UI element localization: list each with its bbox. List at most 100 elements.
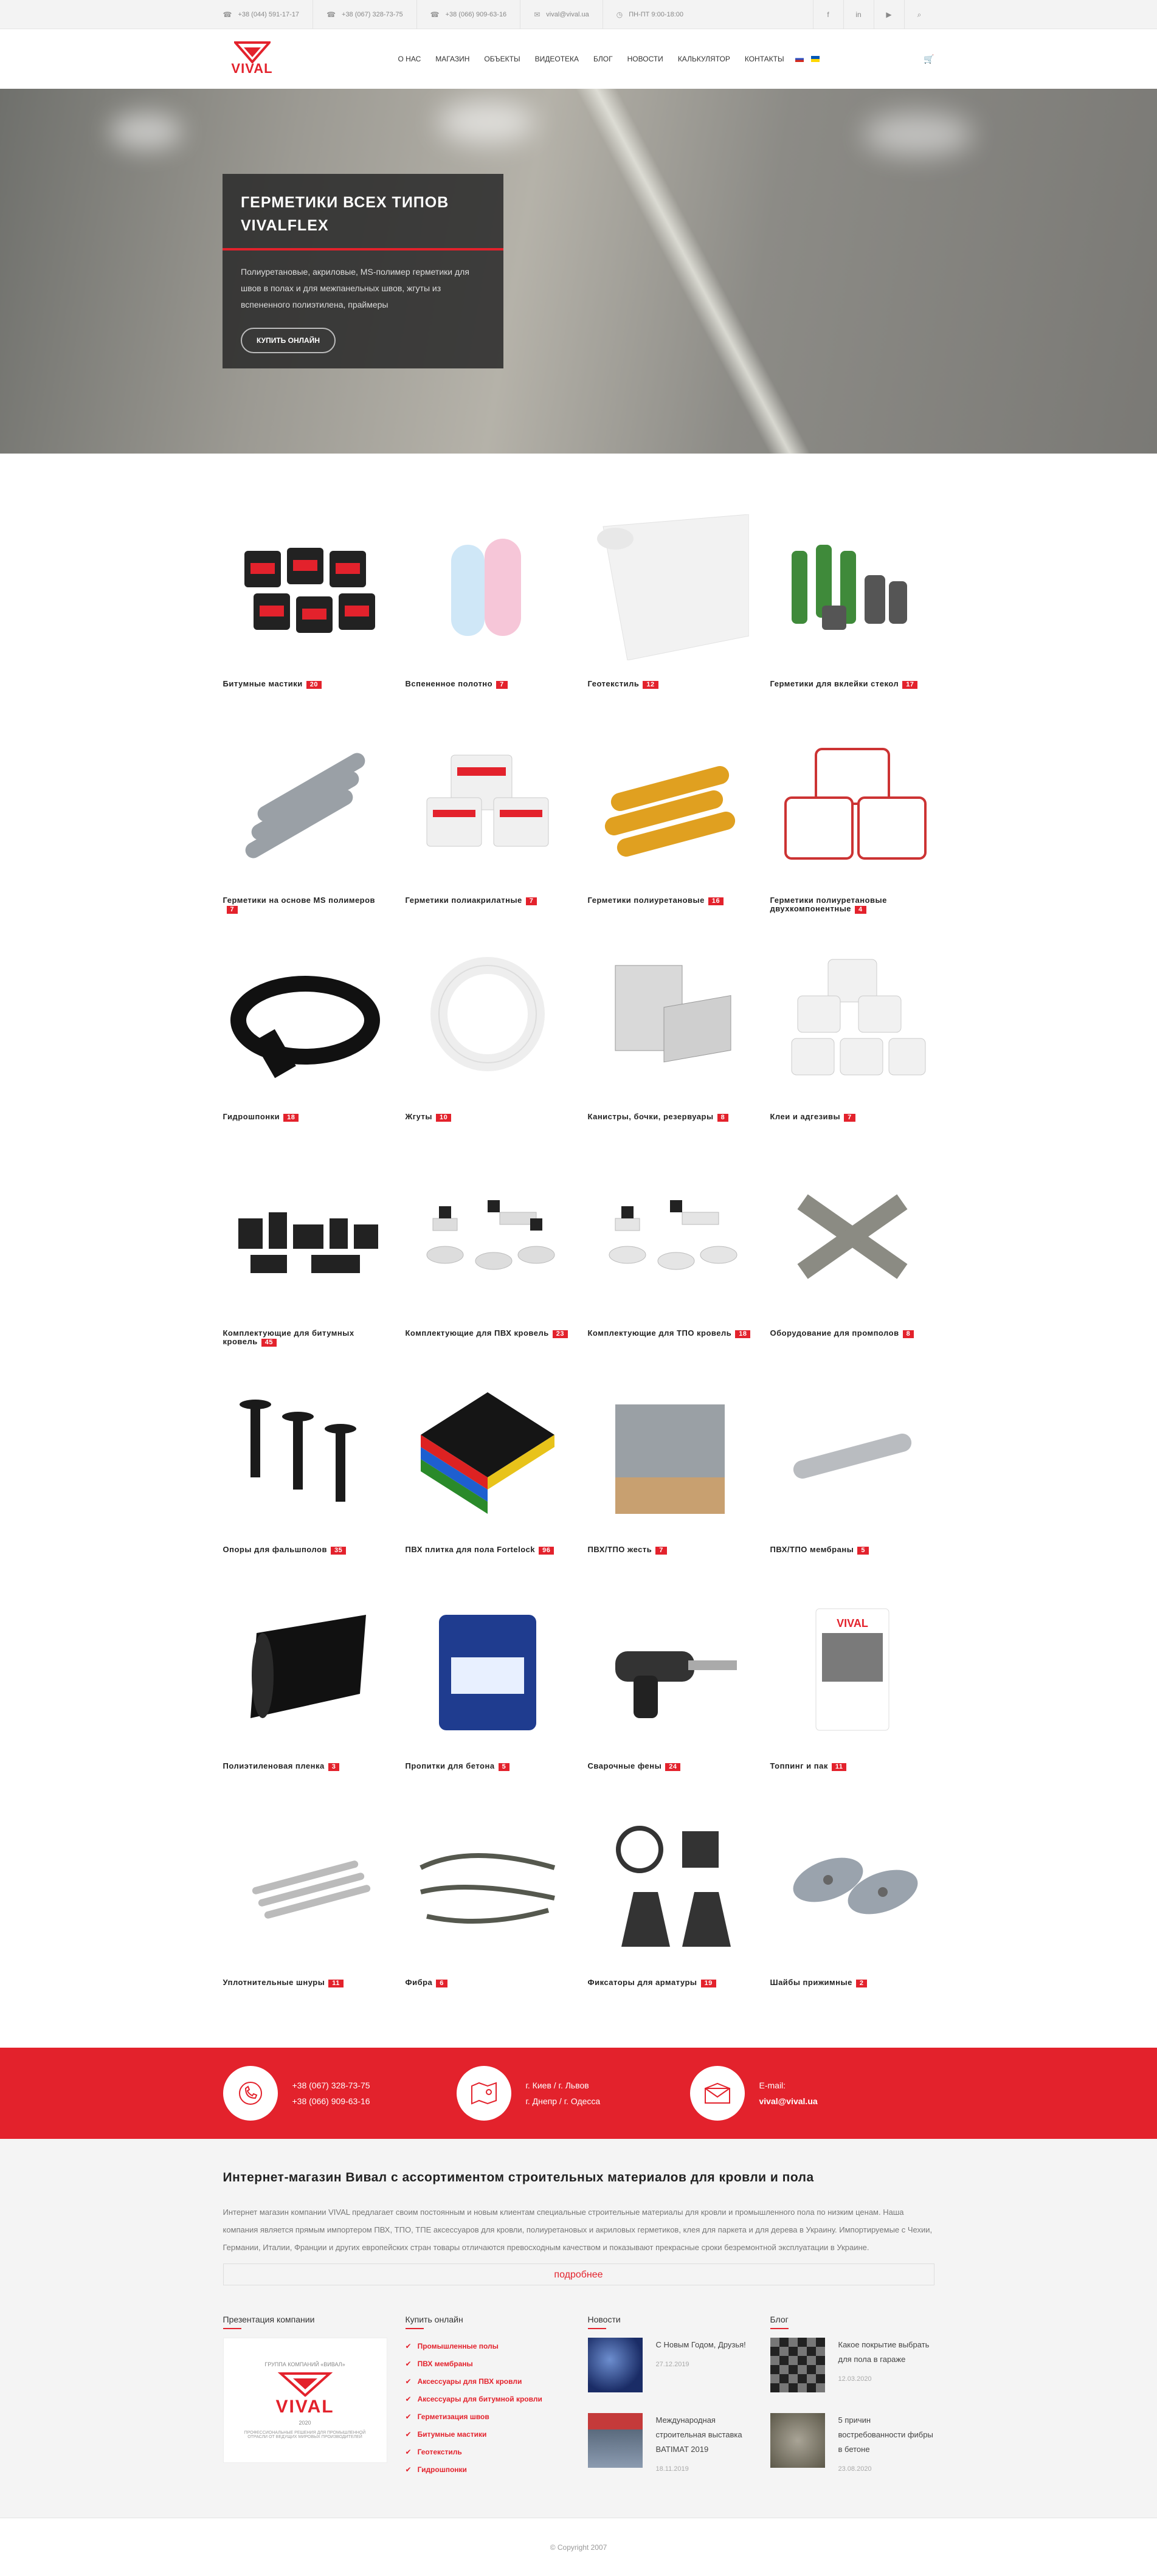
category-card[interactable]: ПВХ/ТПО мембраны 5 bbox=[770, 1374, 934, 1590]
category-image[interactable] bbox=[588, 1590, 752, 1749]
nav-shop[interactable]: МАГАЗИН bbox=[428, 55, 477, 63]
buy-online-button[interactable]: купить онлайн bbox=[241, 328, 336, 353]
category-card[interactable]: Герметики для вклейки стекол 17 bbox=[770, 508, 934, 725]
category-image[interactable] bbox=[406, 1590, 570, 1749]
contact-email-link[interactable]: vival@vival.ua bbox=[759, 2093, 818, 2109]
category-label[interactable]: ПВХ/ТПО мембраны 5 bbox=[770, 1545, 934, 1555]
buy-online-link[interactable]: ПВХ мембраны bbox=[406, 2355, 570, 2373]
category-label[interactable]: Опоры для фальшполов 35 bbox=[223, 1545, 387, 1555]
category-label[interactable]: Герметики полиакрилатные 7 bbox=[406, 896, 570, 905]
nav-about[interactable]: О НАС bbox=[391, 55, 429, 63]
category-image[interactable] bbox=[223, 1807, 387, 1965]
category-label[interactable]: Комплектующие для ПВХ кровель 23 bbox=[406, 1329, 570, 1338]
category-label[interactable]: ПВХ/ТПО жесть 7 bbox=[588, 1545, 752, 1555]
nav-videos[interactable]: ВИДЕОТЕКА bbox=[528, 55, 586, 63]
category-card[interactable]: Фиксаторы для арматуры 19 bbox=[588, 1807, 752, 2023]
category-image[interactable] bbox=[406, 941, 570, 1099]
category-image[interactable] bbox=[588, 1374, 752, 1532]
category-image[interactable] bbox=[223, 941, 387, 1099]
category-label[interactable]: Гидрошпонки 18 bbox=[223, 1113, 387, 1122]
contact-phone-1[interactable]: +38 (067) 328-73-75 bbox=[292, 2077, 370, 2093]
flag-ua-icon[interactable] bbox=[810, 56, 820, 62]
category-label[interactable]: Комплектующие для ТПО кровель 18 bbox=[588, 1329, 752, 1338]
category-label[interactable]: ПВХ плитка для пола Fortelock 96 bbox=[406, 1545, 570, 1555]
category-label[interactable]: Герметики полиуретановые 16 bbox=[588, 896, 752, 905]
category-card[interactable]: Комплектующие для битумных кровель 45 bbox=[223, 1158, 387, 1374]
facebook-icon[interactable]: f bbox=[812, 0, 843, 29]
category-card[interactable]: ПВХ/ТПО жесть 7 bbox=[588, 1374, 752, 1590]
category-label[interactable]: Комплектующие для битумных кровель 45 bbox=[223, 1329, 387, 1347]
category-label[interactable]: Герметики полиуретановые двухкомпонентны… bbox=[770, 896, 934, 914]
category-label[interactable]: Фибра 6 bbox=[406, 1978, 570, 1987]
nav-objects[interactable]: ОБЪЕКТЫ bbox=[477, 55, 527, 63]
category-card[interactable]: Вспененное полотно 7 bbox=[406, 508, 570, 725]
category-image[interactable] bbox=[770, 508, 934, 666]
category-card[interactable]: Комплектующие для ТПО кровель 18 bbox=[588, 1158, 752, 1374]
category-image[interactable] bbox=[770, 1374, 934, 1532]
buy-online-link[interactable]: Герметизация швов bbox=[406, 2408, 570, 2426]
search-icon[interactable]: ⌕ bbox=[903, 0, 934, 29]
category-label[interactable]: Шайбы прижимные 2 bbox=[770, 1978, 934, 1987]
logo[interactable]: VIVAL bbox=[223, 41, 281, 77]
buy-online-link[interactable]: Гидрошпонки bbox=[406, 2461, 570, 2479]
category-label[interactable]: Жгуты 10 bbox=[406, 1113, 570, 1122]
category-card[interactable]: Опоры для фальшполов 35 bbox=[223, 1374, 387, 1590]
category-card[interactable]: Гидрошпонки 18 bbox=[223, 941, 387, 1158]
category-label[interactable]: Полиэтиленовая пленка 3 bbox=[223, 1762, 387, 1771]
category-label[interactable]: Герметики на основе MS полимеров7 bbox=[223, 896, 387, 914]
buy-online-link[interactable]: Битумные мастики bbox=[406, 2426, 570, 2443]
category-image[interactable]: VIVAL bbox=[770, 1590, 934, 1749]
blog-item[interactable]: 5 причин востребованности фибры в бетоне… bbox=[770, 2413, 934, 2473]
category-image[interactable] bbox=[406, 725, 570, 883]
category-image[interactable] bbox=[223, 725, 387, 883]
category-label[interactable]: Пропитки для бетона 5 bbox=[406, 1762, 570, 1771]
category-image[interactable] bbox=[223, 1590, 387, 1749]
category-label[interactable]: Геотекстиль 12 bbox=[588, 680, 752, 689]
category-image[interactable] bbox=[770, 725, 934, 883]
youtube-icon[interactable]: ▶ bbox=[873, 0, 904, 29]
category-label[interactable]: Канистры, бочки, резервуары 8 bbox=[588, 1113, 752, 1122]
category-card[interactable]: Шайбы прижимные 2 bbox=[770, 1807, 934, 2023]
news-item[interactable]: Международная строительная выставка BATI… bbox=[587, 2413, 752, 2473]
buy-online-link[interactable]: Аксессуары для битумной кровли bbox=[406, 2391, 570, 2408]
category-card[interactable]: ПВХ плитка для пола Fortelock 96 bbox=[406, 1374, 570, 1590]
category-label[interactable]: Топпинг и пак 11 bbox=[770, 1762, 934, 1771]
category-image[interactable] bbox=[406, 1158, 570, 1316]
category-image[interactable] bbox=[223, 1374, 387, 1532]
category-image[interactable] bbox=[223, 1158, 387, 1316]
category-card[interactable]: Сварочные фены 24 bbox=[588, 1590, 752, 1807]
category-label[interactable]: Вспененное полотно 7 bbox=[406, 680, 570, 689]
category-card[interactable]: Фибра 6 bbox=[406, 1807, 570, 2023]
contact-phone-2[interactable]: +38 (066) 909-63-16 bbox=[292, 2093, 370, 2109]
category-card[interactable]: Герметики полиуретановые 16 bbox=[588, 725, 752, 941]
category-label[interactable]: Сварочные фены 24 bbox=[588, 1762, 752, 1771]
phone-2[interactable]: ☎ +38 (067) 328-73-75 bbox=[313, 0, 416, 29]
category-label[interactable]: Фиксаторы для арматуры 19 bbox=[588, 1978, 752, 1987]
buy-online-link[interactable]: Промышленные полы bbox=[406, 2338, 570, 2355]
category-label[interactable]: Клеи и адгезивы 7 bbox=[770, 1113, 934, 1122]
category-image[interactable] bbox=[588, 725, 752, 883]
category-card[interactable]: Оборудование для промполов 8 bbox=[770, 1158, 934, 1374]
category-card[interactable]: Геотекстиль 12 bbox=[588, 508, 752, 725]
category-card[interactable]: Канистры, бочки, резервуары 8 bbox=[588, 941, 752, 1158]
category-image[interactable] bbox=[770, 941, 934, 1099]
category-card[interactable]: Пропитки для бетона 5 bbox=[406, 1590, 570, 1807]
category-card[interactable]: Комплектующие для ПВХ кровель 23 bbox=[406, 1158, 570, 1374]
category-label[interactable]: Битумные мастики 20 bbox=[223, 680, 387, 689]
flag-ru-icon[interactable] bbox=[795, 56, 804, 62]
news-item[interactable]: С Новым Годом, Друзья! 27.12.2019 bbox=[587, 2338, 752, 2392]
category-card[interactable]: VIVAL Топпинг и пак 11 bbox=[770, 1590, 934, 1807]
category-card[interactable]: Битумные мастики 20 bbox=[223, 508, 387, 725]
category-image[interactable] bbox=[770, 1158, 934, 1316]
buy-online-link[interactable]: Геотекстиль bbox=[406, 2443, 570, 2461]
nav-calculator[interactable]: КАЛЬКУЛЯТОР bbox=[671, 55, 737, 63]
phone-3[interactable]: ☎ +38 (066) 909-63-16 bbox=[416, 0, 520, 29]
category-card[interactable]: Герметики полиуретановые двухкомпонентны… bbox=[770, 725, 934, 941]
more-button[interactable]: подробнее bbox=[223, 2263, 934, 2285]
category-image[interactable] bbox=[588, 1158, 752, 1316]
category-image[interactable] bbox=[406, 1807, 570, 1965]
category-label[interactable]: Оборудование для промполов 8 bbox=[770, 1329, 934, 1338]
nav-news[interactable]: НОВОСТИ bbox=[620, 55, 671, 63]
category-image[interactable] bbox=[406, 508, 570, 666]
category-image[interactable] bbox=[588, 508, 752, 666]
